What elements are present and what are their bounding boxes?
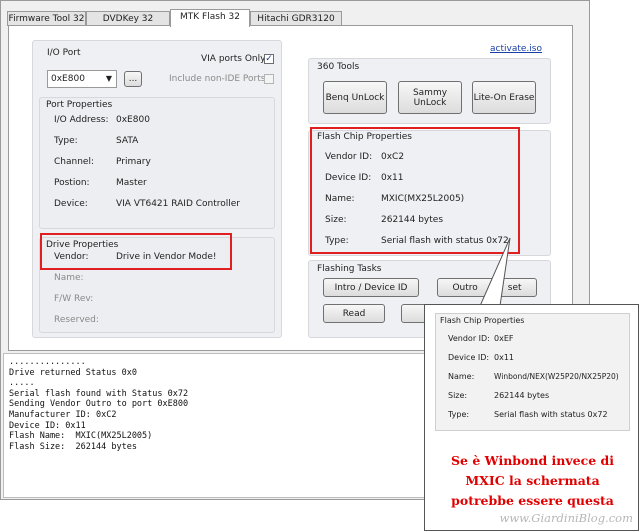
popup-title: Flash Chip Properties — [440, 316, 525, 325]
callout-popup: Flash Chip Properties Vendor ID: 0xEF De… — [424, 304, 639, 531]
popup-device-id-label: Device ID: — [448, 353, 490, 362]
caption-line-1: Se è Winbond invece di — [450, 453, 614, 468]
popup-size-value: 262144 bytes — [494, 391, 550, 400]
callout-pointer — [479, 237, 511, 307]
popup-type-label: Type: — [448, 410, 470, 419]
popup-vendor-id-value: 0xEF — [494, 334, 514, 343]
popup-name-label: Name: — [448, 372, 475, 381]
popup-vendor-id-label: Vendor ID: — [448, 334, 490, 343]
watermark: www.GiardiniBlog.com — [499, 511, 633, 525]
popup-device-id-value: 0x11 — [494, 353, 515, 362]
caption-line-3: potrebbe essere questa — [451, 493, 614, 508]
tab-mtk-flash[interactable]: MTK Flash 32 — [170, 9, 250, 27]
popup-name-value: Winbond/NEX(W25P20/NX25P20) — [494, 372, 619, 381]
popup-size-label: Size: — [448, 391, 468, 400]
caption-line-2: MXIC la schermata — [465, 473, 600, 488]
popup-type-value: Serial flash with status 0x72 — [494, 410, 608, 419]
popup-flash-chip-group: Flash Chip Properties Vendor ID: 0xEF De… — [435, 313, 630, 431]
